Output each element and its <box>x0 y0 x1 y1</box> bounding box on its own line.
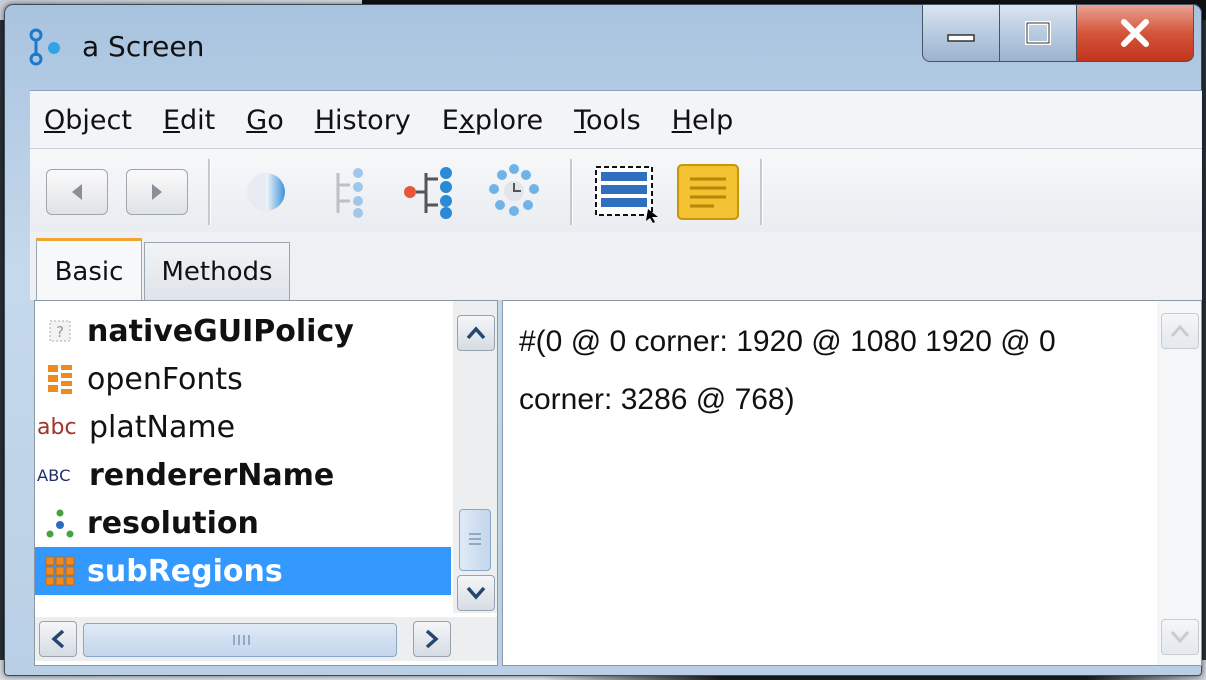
menu-bar: Object Edit Go History Explore Tools Hel… <box>30 90 1202 149</box>
grip-icon <box>233 635 250 645</box>
scroll-thumb[interactable] <box>459 509 491 571</box>
forward-arrow-icon <box>152 184 162 200</box>
back-arrow-icon <box>72 184 82 200</box>
toolbar <box>30 148 1202 234</box>
vertical-scrollbar[interactable] <box>453 301 497 613</box>
hierarchy-icon[interactable] <box>324 165 374 219</box>
menu-label: bject <box>65 104 132 136</box>
chevron-up-icon <box>466 326 486 340</box>
item-label: openFonts <box>87 361 243 397</box>
minimize-icon <box>947 34 975 42</box>
svg-text:?: ? <box>56 323 64 341</box>
symbol-icon: ABC <box>37 458 85 492</box>
inspect-icon[interactable] <box>244 167 294 217</box>
tab-bar: Basic Methods <box>30 232 1202 303</box>
menu-label: o <box>267 104 284 136</box>
menu-edit[interactable]: Edit <box>163 105 215 136</box>
scroll-right-button[interactable] <box>413 621 451 657</box>
value-scrollbar[interactable] <box>1157 301 1201 665</box>
scroll-thumb[interactable] <box>83 623 397 657</box>
menu-tools[interactable]: Tools <box>574 105 641 136</box>
references-icon[interactable] <box>400 165 464 219</box>
horizontal-scrollbar[interactable] <box>35 617 497 661</box>
menu-mnemonic: E <box>162 104 181 136</box>
app-icon <box>29 28 60 66</box>
list-item[interactable]: abc platName <box>35 403 451 451</box>
collection-icon <box>43 362 77 396</box>
toolbar-separator <box>760 159 763 225</box>
unknown-icon: ? <box>43 314 77 348</box>
array-icon <box>43 554 77 588</box>
list-item[interactable]: ? nativeGUIPolicy <box>35 307 451 355</box>
maximize-button[interactable] <box>1000 4 1077 62</box>
scroll-down-button[interactable] <box>1161 619 1199 655</box>
chevron-down-icon <box>466 586 486 600</box>
maximize-icon <box>1025 21 1051 45</box>
browse-instances-icon[interactable] <box>592 163 660 223</box>
menu-explore[interactable]: Explore <box>442 105 543 136</box>
notes-icon[interactable] <box>674 161 742 223</box>
caption-buttons <box>922 4 1194 62</box>
svg-text:ABC: ABC <box>37 466 70 485</box>
menu-label: istory <box>335 104 411 136</box>
window-title: a Screen <box>82 30 205 63</box>
chevron-down-icon <box>1170 631 1190 644</box>
scroll-down-button[interactable] <box>457 575 495 611</box>
item-label: resolution <box>87 505 259 541</box>
tab-methods[interactable]: Methods <box>144 242 290 301</box>
scroll-up-button[interactable] <box>1161 313 1199 349</box>
item-label: rendererName <box>89 457 335 493</box>
list-item[interactable]: openFonts <box>35 355 451 403</box>
menu-mnemonic: H <box>671 104 692 136</box>
menu-mnemonic: O <box>44 104 66 136</box>
menu-mnemonic: T <box>574 104 587 136</box>
menu-label: Explore <box>441 104 544 136</box>
back-button[interactable] <box>46 169 108 215</box>
tab-basic[interactable]: Basic <box>36 238 142 303</box>
chevron-right-icon <box>425 629 439 649</box>
menu-label: dit <box>180 104 216 136</box>
scroll-up-button[interactable] <box>457 315 495 351</box>
grip-icon <box>469 533 481 545</box>
menu-go[interactable]: Go <box>246 105 283 136</box>
menu-mnemonic: x <box>458 104 475 136</box>
item-label: platName <box>89 409 236 445</box>
title-bar[interactable]: a Screen <box>4 4 1202 84</box>
chevron-up-icon <box>1170 324 1190 337</box>
close-icon <box>1121 19 1149 47</box>
menu-history[interactable]: History <box>315 105 411 136</box>
field-list-panel: ? nativeGUIPolicy openFonts abc platName… <box>34 300 498 666</box>
value-text[interactable]: #(0 @ 0 corner: 1920 @ 1080 1920 @ 0 cor… <box>519 313 1149 429</box>
scroll-left-button[interactable] <box>39 621 77 657</box>
menu-help[interactable]: Help <box>672 105 734 136</box>
chevron-left-icon <box>51 629 65 649</box>
menu-object[interactable]: Object <box>44 105 132 136</box>
forward-button[interactable] <box>126 169 188 215</box>
item-label: nativeGUIPolicy <box>87 313 354 349</box>
menu-mnemonic: G <box>246 104 268 136</box>
toolbar-separator <box>208 159 211 225</box>
toolbar-separator <box>570 159 573 225</box>
point-icon <box>43 506 77 540</box>
svg-text:abc: abc <box>37 415 77 440</box>
menu-label: ools <box>586 104 641 136</box>
menu-label-rest: plore <box>474 104 544 136</box>
close-button[interactable] <box>1077 4 1194 62</box>
minimize-button[interactable] <box>922 4 1000 62</box>
item-label: subRegions <box>87 553 283 589</box>
field-list: ? nativeGUIPolicy openFonts abc platName… <box>35 301 451 613</box>
menu-label: elp <box>691 104 734 136</box>
string-icon: abc <box>37 410 85 444</box>
list-item[interactable]: ABC rendererName <box>35 451 451 499</box>
explorer-icon[interactable] <box>484 163 544 221</box>
list-item-selected[interactable]: subRegions <box>35 547 451 595</box>
value-panel[interactable]: #(0 @ 0 corner: 1920 @ 1080 1920 @ 0 cor… <box>502 300 1202 666</box>
list-item[interactable]: resolution <box>35 499 451 547</box>
menu-mnemonic: H <box>314 104 336 136</box>
inspector-window: a Screen Object Edit Go History Explore … <box>4 4 1202 676</box>
